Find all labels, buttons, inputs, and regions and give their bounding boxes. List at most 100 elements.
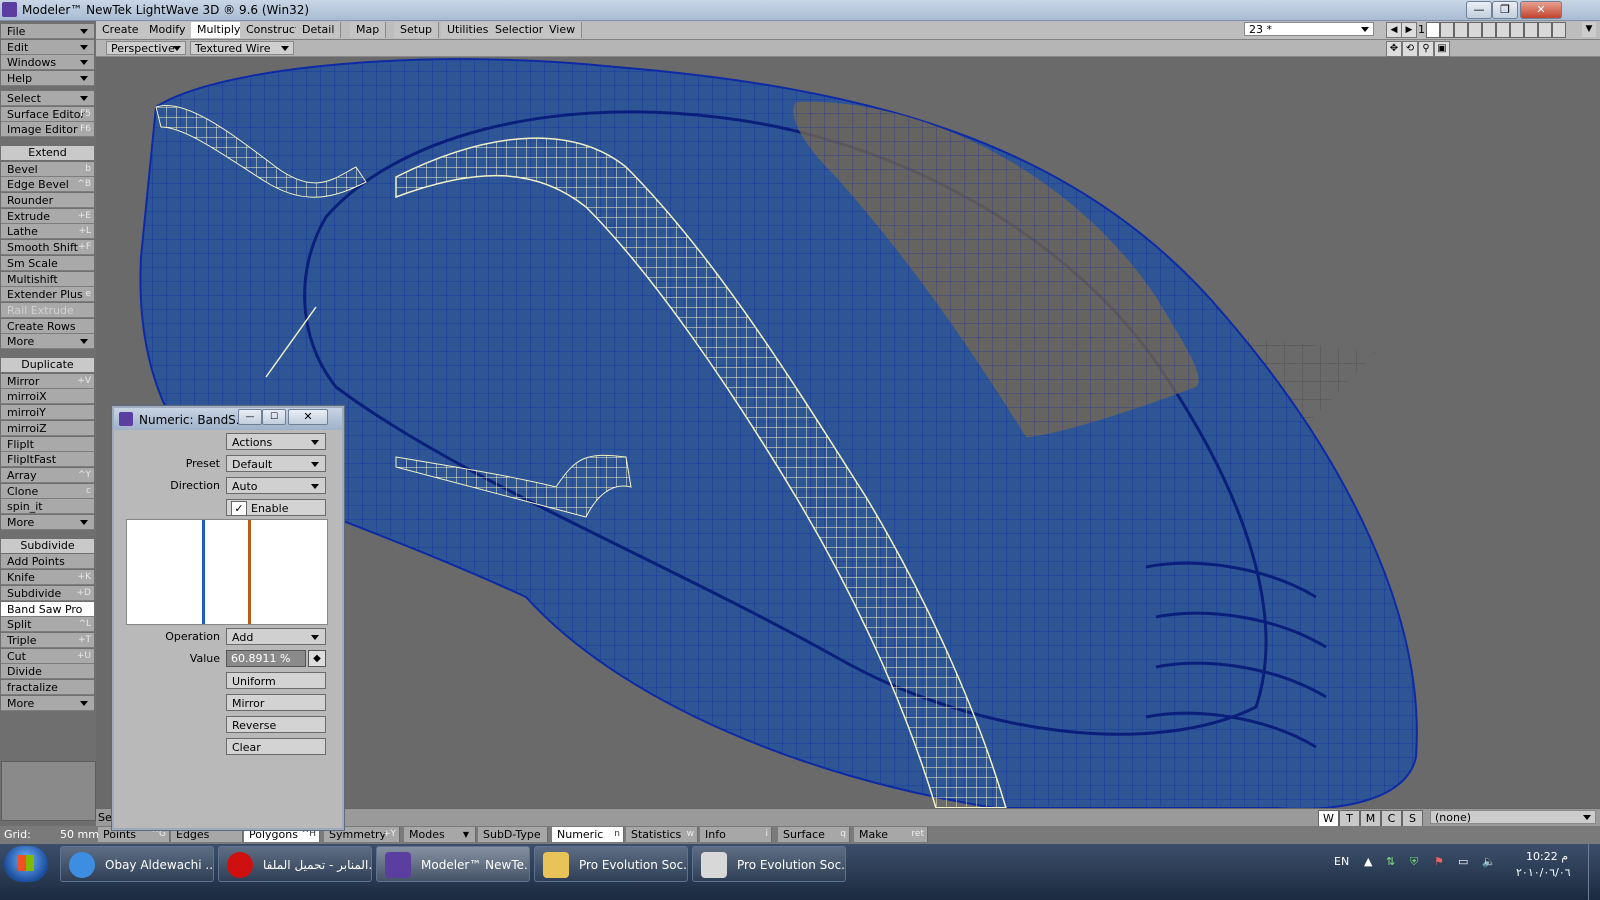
- taskbar-item[interactable]: Pro Evolution Soc...: [534, 846, 688, 882]
- tab-map[interactable]: Map: [350, 22, 387, 38]
- tool-edge-bevel-button[interactable]: Edge Bevel ^B: [1, 177, 94, 193]
- layer-box[interactable]: [1524, 22, 1538, 38]
- tool-split-button[interactable]: Split ^L: [1, 617, 94, 633]
- start-button[interactable]: [4, 846, 48, 882]
- uniform-button[interactable]: Uniform: [226, 672, 326, 689]
- language-indicator[interactable]: EN: [1334, 855, 1349, 868]
- tab-utilities[interactable]: Utilities: [441, 22, 496, 38]
- operation-select[interactable]: Add: [226, 628, 326, 645]
- tool-array-button[interactable]: Array ^Y: [1, 467, 94, 483]
- layer-box[interactable]: [1440, 22, 1454, 38]
- tab-multiply[interactable]: Multiply: [191, 22, 248, 38]
- menu-help-button[interactable]: Help: [1, 71, 94, 87]
- zoom-view-icon[interactable]: ⚲: [1418, 41, 1434, 57]
- panel-close-button[interactable]: ✕: [288, 409, 328, 425]
- tool-flipitfast-button[interactable]: FlipItFast: [1, 452, 94, 468]
- info-button[interactable]: Info i: [700, 827, 772, 842]
- close-button[interactable]: ✕: [1520, 1, 1562, 19]
- show-hidden-icons-icon[interactable]: ▲: [1364, 855, 1372, 868]
- layer-prev-button[interactable]: ◀: [1386, 22, 1402, 38]
- tab-setup[interactable]: Setup: [394, 22, 440, 38]
- tool-clone-button[interactable]: Clone c: [1, 483, 94, 499]
- divide-graph[interactable]: [126, 519, 328, 625]
- taskbar-item[interactable]: المنابر - تحميل الملفا...: [218, 846, 372, 882]
- panel-maximize-button[interactable]: ☐: [262, 409, 286, 425]
- taskbar-item[interactable]: Modeler™ NewTe...: [376, 846, 530, 882]
- editor-image-editor-button[interactable]: Image Editor F6: [1, 122, 94, 138]
- layer-box[interactable]: [1552, 22, 1566, 38]
- tool-more-button[interactable]: More: [1, 695, 94, 711]
- numeric-panel-titlebar[interactable]: Numeric: BandS... — ☐ ✕: [114, 408, 342, 430]
- taskbar-item[interactable]: Pro Evolution Soc...: [692, 846, 846, 882]
- surface-filter-select[interactable]: (none): [1430, 810, 1596, 824]
- layer-box[interactable]: [1426, 22, 1440, 38]
- wtmcs-s-button[interactable]: S: [1402, 810, 1423, 827]
- tool-mirroix-button[interactable]: mirroiX: [1, 389, 94, 405]
- tool-mirroiy-button[interactable]: mirroiY: [1, 405, 94, 421]
- tool-rounder-button[interactable]: Rounder: [1, 193, 94, 208]
- volume-icon[interactable]: 🔈: [1482, 855, 1496, 868]
- statistics-button[interactable]: Statistics w: [626, 827, 698, 842]
- network-icon[interactable]: ⇅: [1386, 855, 1395, 868]
- taskbar-item[interactable]: Obay Aldewachi ...: [60, 846, 214, 882]
- tab-create[interactable]: Create: [96, 22, 146, 38]
- tool-add-points-button[interactable]: Add Points: [1, 554, 94, 570]
- tool-triple-button[interactable]: Triple +T: [1, 632, 94, 648]
- layer-box[interactable]: [1538, 22, 1552, 38]
- layer-box[interactable]: [1510, 22, 1524, 38]
- display-icon[interactable]: ▭: [1458, 855, 1468, 868]
- maximize-view-icon[interactable]: ▣: [1434, 41, 1450, 57]
- restore-button[interactable]: ❐: [1492, 1, 1518, 19]
- menu-windows-button[interactable]: Windows: [1, 55, 94, 71]
- numeric-button[interactable]: Numeric n: [552, 827, 624, 842]
- tool-more-button[interactable]: More: [1, 334, 94, 350]
- layer-dropdown-icon[interactable]: ▼: [1582, 22, 1596, 37]
- tool-rail-extrude-button[interactable]: Rail Extrude: [1, 302, 94, 318]
- view-type-select[interactable]: Perspective: [106, 41, 186, 55]
- render-mode-select[interactable]: Textured Wire: [190, 41, 294, 55]
- tab-modify[interactable]: Modify: [143, 22, 193, 38]
- layer-box[interactable]: [1468, 22, 1482, 38]
- clock-time[interactable]: 10:22 م: [1526, 850, 1568, 863]
- tool-bevel-button[interactable]: Bevel b: [1, 161, 94, 177]
- layer-box[interactable]: [1482, 22, 1496, 38]
- action-center-icon[interactable]: ⚑: [1434, 855, 1444, 868]
- layer-box[interactable]: [1496, 22, 1510, 38]
- layer-box[interactable]: [1454, 22, 1468, 38]
- tab-view[interactable]: View: [543, 22, 583, 38]
- tool-spin-it-button[interactable]: spin_it: [1, 499, 94, 515]
- layer-select[interactable]: 23 *: [1244, 22, 1374, 36]
- panel-minimize-button[interactable]: —: [238, 409, 262, 425]
- menu-select-button[interactable]: Select: [1, 90, 94, 106]
- editor-surface-editor-button[interactable]: Surface Editor F5: [1, 106, 94, 122]
- tool-more-button[interactable]: More: [1, 515, 94, 530]
- value-slider-icon[interactable]: ◆: [308, 650, 326, 667]
- tool-extrude-button[interactable]: Extrude +E: [1, 208, 94, 224]
- tool-create-rows-button[interactable]: Create Rows: [1, 318, 94, 334]
- tool-sm-scale-button[interactable]: Sm Scale: [1, 255, 94, 271]
- mirror-button[interactable]: Mirror: [226, 694, 326, 711]
- tool-smooth-shift-button[interactable]: Smooth Shift +F: [1, 240, 94, 256]
- shield-icon[interactable]: ⛨: [1410, 855, 1418, 869]
- tool-extender-plus-button[interactable]: Extender Plus e: [1, 287, 94, 303]
- minimize-button[interactable]: —: [1466, 1, 1492, 19]
- tool-multishift-button[interactable]: Multishift: [1, 271, 94, 287]
- tool-subdivide-button[interactable]: Subdivide +D: [1, 585, 94, 601]
- layer-next-button[interactable]: ▶: [1401, 22, 1417, 38]
- preset-select[interactable]: Default: [226, 455, 326, 472]
- enable-divide-checkbox[interactable]: ✓ Enable divide: [226, 499, 326, 532]
- tool-cut-button[interactable]: Cut +U: [1, 648, 94, 664]
- tool-divide-button[interactable]: Divide: [1, 664, 94, 680]
- divide-line[interactable]: [248, 520, 251, 624]
- tool-fractalize-button[interactable]: fractalize: [1, 680, 94, 695]
- tool-band-saw-pro-button[interactable]: Band Saw Pro: [1, 601, 94, 617]
- subd-type-menu[interactable]: SubD-Type: [478, 827, 548, 842]
- divide-line[interactable]: [202, 520, 205, 624]
- make-button[interactable]: Make ret: [854, 827, 928, 842]
- tool-mirroiz-button[interactable]: mirroiZ: [1, 420, 94, 436]
- move-view-icon[interactable]: ✥: [1386, 41, 1402, 57]
- layer-boxes[interactable]: [1426, 22, 1576, 38]
- wtmcs-m-button[interactable]: M: [1360, 810, 1381, 827]
- wtmcs-c-button[interactable]: C: [1381, 810, 1402, 827]
- tool-mirror-button[interactable]: Mirror +V: [1, 373, 94, 389]
